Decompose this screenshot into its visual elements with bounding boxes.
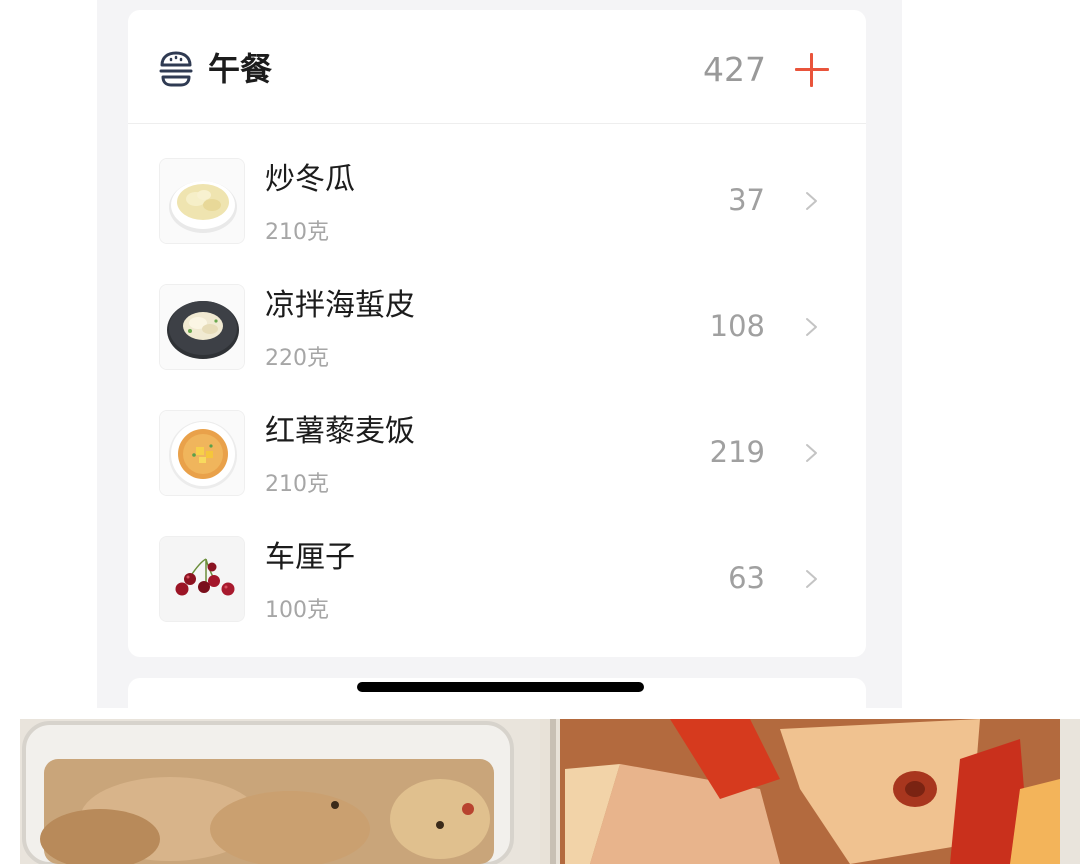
food-weight: 210克 [265,220,329,245]
food-item-winter-melon[interactable]: 炒冬瓜 210克 37 [128,136,866,262]
chevron-right-icon [806,318,817,336]
lunch-box-photo [20,719,1080,864]
add-food-button[interactable] [792,50,832,90]
food-thumbnail [159,158,245,244]
food-thumbnail [159,410,245,496]
meal-total-calories: 427 [703,50,766,89]
winter-melon-image [160,159,244,243]
food-item-cherries[interactable]: 车厘子 100克 63 [128,514,866,640]
chevron-right-icon [806,444,817,462]
chevron-right-icon [806,570,817,588]
food-calories: 219 [709,435,765,469]
home-indicator[interactable] [357,682,644,692]
food-calories: 37 [728,183,765,217]
jellyfish-salad-image [160,285,244,369]
lunch-box-photo-image [20,719,1080,864]
sweet-potato-quinoa-image [160,411,244,495]
chevron-right-icon [806,192,817,210]
food-calories: 108 [709,309,765,343]
food-calories: 63 [728,561,765,595]
food-thumbnail [159,536,245,622]
meal-card: 午餐 427 炒冬瓜 210克 37 凉拌海蜇皮 220克 108 红薯藜麦饭 … [128,10,866,657]
food-item-jellyfish-salad[interactable]: 凉拌海蜇皮 220克 108 [128,262,866,388]
food-list: 炒冬瓜 210克 37 凉拌海蜇皮 220克 108 红薯藜麦饭 210克 21… [128,136,866,640]
meal-card-header: 午餐 427 [128,10,866,124]
food-item-sweet-potato-quinoa[interactable]: 红薯藜麦饭 210克 219 [128,388,866,514]
burger-icon [159,51,193,87]
food-weight: 220克 [265,346,329,371]
cherries-image [160,537,244,621]
food-weight: 210克 [265,472,329,497]
food-name: 炒冬瓜 [265,162,355,197]
food-name: 红薯藜麦饭 [265,414,415,449]
meal-title: 午餐 [208,50,273,88]
food-name: 车厘子 [265,540,355,575]
phone-screenshot: 午餐 427 炒冬瓜 210克 37 凉拌海蜇皮 220克 108 红薯藜麦饭 … [97,0,902,708]
food-name: 凉拌海蜇皮 [265,288,415,323]
food-weight: 100克 [265,598,329,623]
food-thumbnail [159,284,245,370]
